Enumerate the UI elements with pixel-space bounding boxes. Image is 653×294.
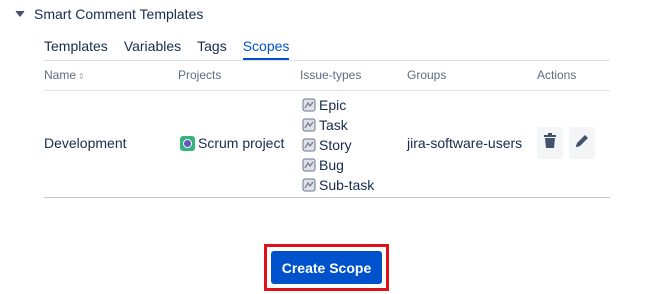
header-divider — [44, 90, 610, 91]
tab-tags[interactable]: Tags — [197, 38, 227, 60]
edit-button[interactable] — [569, 127, 595, 159]
tabs-divider — [44, 60, 610, 61]
column-header-projects: Projects — [178, 68, 222, 82]
tab-variables[interactable]: Variables — [124, 38, 181, 60]
issue-type-icon — [302, 178, 316, 192]
create-scope-button[interactable]: Create Scope — [271, 251, 382, 284]
section-title: Smart Comment Templates — [34, 6, 204, 22]
column-header-groups: Groups — [407, 68, 447, 82]
pencil-icon — [574, 133, 590, 154]
issue-type-list: Epic Task Story Bug Sub-task — [302, 95, 374, 195]
tab-scopes[interactable]: Scopes — [242, 38, 290, 60]
list-item: Story — [302, 135, 374, 155]
section-header[interactable]: Smart Comment Templates — [14, 6, 203, 22]
issue-type-label: Epic — [319, 97, 347, 113]
trash-icon — [543, 132, 557, 154]
project-cell: Scrum project — [180, 135, 284, 151]
column-header-issue-types: Issue-types — [300, 68, 362, 82]
delete-button[interactable] — [537, 127, 563, 159]
row-divider — [44, 197, 610, 198]
issue-type-icon — [302, 158, 316, 172]
scope-name: Development — [44, 135, 127, 151]
issue-type-label: Story — [319, 137, 352, 153]
issue-type-icon — [302, 118, 316, 132]
issue-type-icon — [302, 138, 316, 152]
issue-type-label: Sub-task — [319, 177, 375, 193]
chevron-down-icon[interactable] — [14, 8, 26, 20]
project-name: Scrum project — [198, 135, 285, 151]
sort-icon: ⇕ — [78, 72, 85, 81]
issue-type-icon — [302, 98, 316, 112]
issue-type-label: Bug — [319, 157, 344, 173]
column-header-actions: Actions — [537, 68, 577, 82]
list-item: Epic — [302, 95, 374, 115]
list-item: Task — [302, 115, 374, 135]
list-item: Bug — [302, 155, 374, 175]
project-avatar-icon — [180, 135, 195, 151]
tab-bar: Templates Variables Tags Scopes — [44, 38, 305, 60]
column-header-name[interactable]: Name ⇕ — [44, 68, 85, 82]
issue-type-label: Task — [319, 117, 348, 133]
tab-templates[interactable]: Templates — [44, 38, 108, 60]
list-item: Sub-task — [302, 175, 374, 195]
column-header-name-label: Name — [44, 68, 77, 82]
group-name: jira-software-users — [407, 135, 523, 151]
